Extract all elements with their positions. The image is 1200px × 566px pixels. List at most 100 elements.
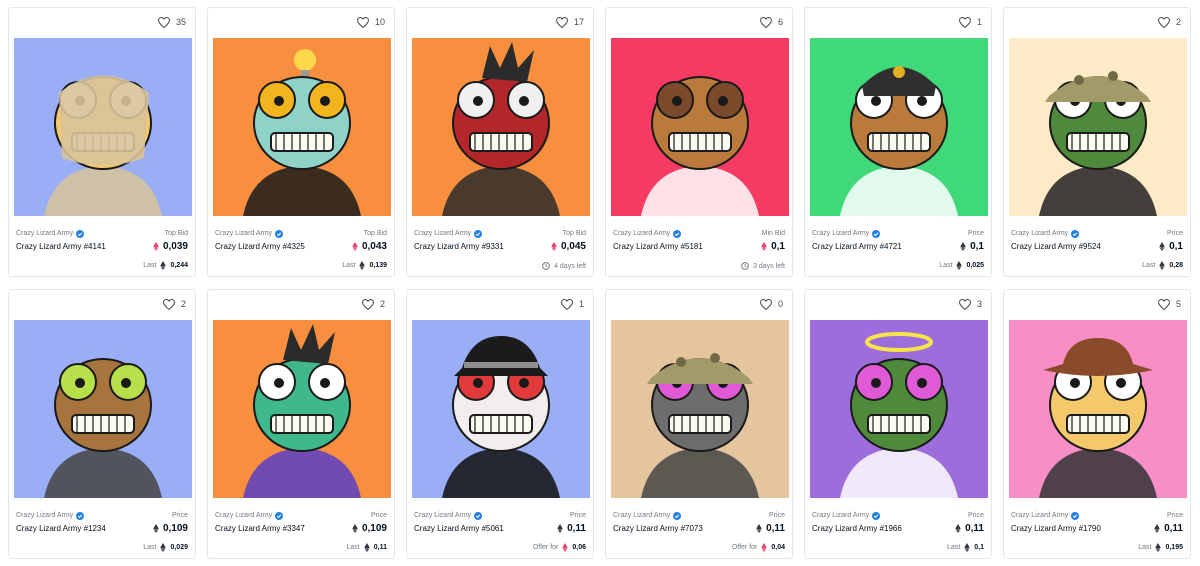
favorite-button[interactable]: 10: [356, 15, 385, 29]
eth-icon: [960, 242, 966, 251]
collection-name[interactable]: Crazy Lizard Army: [414, 511, 483, 520]
collection-name[interactable]: Crazy Lizard Army: [812, 511, 881, 520]
collection-name[interactable]: Crazy Lizard Army: [613, 229, 682, 238]
nft-image[interactable]: [213, 38, 391, 216]
price-amount: 0,11: [567, 523, 586, 534]
verified-badge-icon: [275, 511, 284, 520]
nft-name[interactable]: Crazy Lizard Army #7073: [613, 524, 703, 533]
nft-card-4[interactable]: 6 Crazy Lizard Army Min Bid Crazy Lizard…: [605, 7, 793, 277]
nft-image[interactable]: [412, 320, 590, 498]
heart-icon: [958, 16, 971, 28]
nft-image[interactable]: [1009, 320, 1187, 498]
nft-card-3[interactable]: 17 Crazy Lizard Army Top Bid Crazy Lizar…: [406, 7, 594, 277]
like-count: 35: [175, 17, 186, 27]
card-footer: 4 days left: [542, 262, 586, 270]
nft-name[interactable]: Crazy Lizard Army #1790: [1011, 524, 1101, 533]
heart-icon: [361, 298, 374, 310]
nft-card-2[interactable]: 10 Crazy Lizard Army Top Bid Crazy Lizar…: [207, 7, 395, 277]
card-info: Crazy Lizard Army Price Crazy Lizard Arm…: [1011, 511, 1183, 534]
nft-name[interactable]: Crazy Lizard Army #5181: [613, 242, 703, 251]
nft-name[interactable]: Crazy Lizard Army #4325: [215, 242, 305, 251]
nft-image[interactable]: [611, 38, 789, 216]
nft-card-7[interactable]: 2 Crazy Lizard Army Price Crazy Lizard A…: [8, 289, 196, 559]
nft-image[interactable]: [611, 320, 789, 498]
price-amount: 0,11: [1164, 523, 1183, 534]
price-label: Price: [172, 512, 188, 519]
nft-card-6[interactable]: 2 Crazy Lizard Army Price Crazy Lizard A…: [1003, 7, 1191, 277]
footer-label: Last: [947, 544, 961, 551]
collection-label: Crazy Lizard Army: [215, 230, 273, 237]
like-count: 0: [777, 299, 783, 309]
nft-name[interactable]: Crazy Lizard Army #1966: [812, 524, 902, 533]
favorite-button[interactable]: 2: [162, 297, 186, 311]
favorite-button[interactable]: 1: [560, 297, 584, 311]
collection-name[interactable]: Crazy Lizard Army: [16, 511, 85, 520]
eth-icon: [551, 242, 557, 251]
collection-name[interactable]: Crazy Lizard Army: [215, 511, 284, 520]
favorite-button[interactable]: 0: [759, 297, 783, 311]
collection-name[interactable]: Crazy Lizard Army: [215, 229, 284, 238]
footer-label: Last: [143, 544, 157, 551]
like-count: 10: [374, 17, 385, 27]
favorite-button[interactable]: 3: [958, 297, 982, 311]
nft-card-8[interactable]: 2 Crazy Lizard Army Price Crazy Lizard A…: [207, 289, 395, 559]
nft-card-1[interactable]: 35 Crazy Lizard Army Top Bid Crazy Lizar…: [8, 7, 196, 277]
footer-value: 0,06: [572, 544, 586, 551]
footer-label: Offer for: [532, 544, 559, 551]
nft-image[interactable]: [14, 38, 192, 216]
collection-label: Crazy Lizard Army: [414, 230, 472, 237]
collection-name[interactable]: Crazy Lizard Army: [1011, 511, 1080, 520]
nft-image[interactable]: [14, 320, 192, 498]
time-left: 4 days left: [554, 262, 586, 270]
eth-icon: [955, 524, 961, 533]
favorite-button[interactable]: 5: [1157, 297, 1181, 311]
nft-image[interactable]: [412, 38, 590, 216]
favorite-button[interactable]: 2: [1157, 15, 1181, 29]
nft-card-5[interactable]: 1 Crazy Lizard Army Price Crazy Lizard A…: [804, 7, 992, 277]
lizard-artwork: [611, 38, 789, 216]
collection-name[interactable]: Crazy Lizard Army: [414, 229, 483, 238]
collection-label: Crazy Lizard Army: [414, 512, 472, 519]
favorite-button[interactable]: 17: [555, 15, 584, 29]
favorite-button[interactable]: 1: [958, 15, 982, 29]
nft-card-11[interactable]: 3 Crazy Lizard Army Price Crazy Lizard A…: [804, 289, 992, 559]
footer-value: 0,139: [369, 262, 387, 269]
price-amount: 0,11: [965, 523, 984, 534]
price-amount: 0,045: [560, 241, 586, 252]
collection-name[interactable]: Crazy Lizard Army: [1011, 229, 1080, 238]
price-label: Price: [769, 512, 785, 519]
clock-icon: [741, 262, 749, 270]
price-value: 0,11: [1154, 523, 1183, 534]
price-label: Price: [570, 512, 586, 519]
collection-label: Crazy Lizard Army: [16, 512, 74, 519]
collection-label: Crazy Lizard Army: [16, 230, 74, 237]
collection-name[interactable]: Crazy Lizard Army: [16, 229, 85, 238]
nft-image[interactable]: [810, 320, 988, 498]
nft-name[interactable]: Crazy Lizard Army #5061: [414, 524, 504, 533]
nft-card-10[interactable]: 0 Crazy Lizard Army Price Crazy Lizard A…: [605, 289, 793, 559]
nft-card-12[interactable]: 5 Crazy Lizard Army Price Crazy Lizard A…: [1003, 289, 1191, 559]
footer-label: Last: [1138, 544, 1152, 551]
nft-name[interactable]: Crazy Lizard Army #9524: [1011, 242, 1101, 251]
nft-image[interactable]: [810, 38, 988, 216]
nft-name[interactable]: Crazy Lizard Army #1234: [16, 524, 106, 533]
footer-value: 0,029: [170, 544, 188, 551]
footer-value: 0,244: [170, 262, 188, 269]
nft-image[interactable]: [1009, 38, 1187, 216]
footer-label: Last: [346, 544, 360, 551]
nft-image[interactable]: [213, 320, 391, 498]
collection-name[interactable]: Crazy Lizard Army: [613, 511, 682, 520]
nft-name[interactable]: Crazy Lizard Army #9331: [414, 242, 504, 251]
heart-icon: [759, 16, 772, 28]
nft-card-9[interactable]: 1 Crazy Lizard Army Price Crazy Lizard A…: [406, 289, 594, 559]
collection-name[interactable]: Crazy Lizard Army: [812, 229, 881, 238]
nft-name[interactable]: Crazy Lizard Army #3347: [215, 524, 305, 533]
nft-name[interactable]: Crazy Lizard Army #4721: [812, 242, 902, 251]
nft-name[interactable]: Crazy Lizard Army #4141: [16, 242, 106, 251]
favorite-button[interactable]: 2: [361, 297, 385, 311]
verified-badge-icon: [872, 229, 881, 238]
favorite-button[interactable]: 35: [157, 15, 186, 29]
price-label: Top Bid: [562, 230, 586, 237]
footer-value: 0,28: [1169, 262, 1183, 269]
favorite-button[interactable]: 6: [759, 15, 783, 29]
